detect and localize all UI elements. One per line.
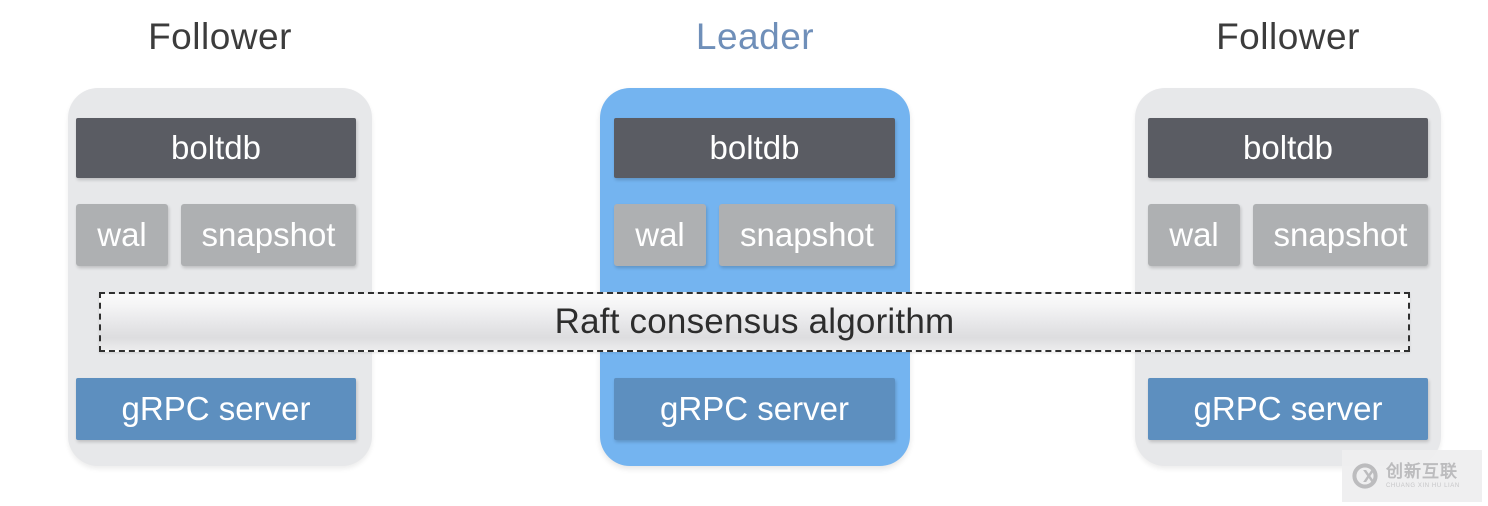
snapshot-box-node-2: snapshot [1253,204,1428,266]
node-title-follower-right: Follower [1216,16,1360,57]
raft-consensus-label: Raft consensus algorithm [554,302,955,341]
grpc-server-box-node-1: gRPC server [614,378,895,440]
snapshot-box-node-0: snapshot [181,204,356,266]
diagram-canvas: Follower boltdb wal snapshot gRPC server… [0,0,1488,506]
grpc-server-box-node-0: gRPC server [76,378,356,440]
watermark-chinese: 创新互联 [1386,462,1458,481]
watermark-pinyin: CHUANG XIN HU LIAN [1386,483,1460,489]
node-panel-leader: boltdb wal snapshot gRPC server [600,88,910,466]
grpc-server-box-node-2: gRPC server [1148,378,1428,440]
cx-circle-logo-icon [1352,463,1378,489]
node-title-leader: Leader [695,16,815,57]
boltdb-box-node-1: boltdb [614,118,895,178]
wal-box-node-2: wal [1148,204,1240,266]
watermark-text: 创新互联 CHUANG XIN HU LIAN [1386,463,1460,489]
boltdb-box-node-0: boltdb [76,118,356,178]
watermark: 创新互联 CHUANG XIN HU LIAN [1342,450,1482,502]
snapshot-box-node-1: snapshot [719,204,895,266]
wal-box-node-1: wal [614,204,706,266]
node-title-follower-left: Follower [148,16,292,57]
raft-consensus-bar: Raft consensus algorithm [99,292,1410,352]
wal-box-node-0: wal [76,204,168,266]
node-panel-follower-left: boltdb wal snapshot gRPC server [68,88,372,466]
boltdb-box-node-2: boltdb [1148,118,1428,178]
node-panel-follower-right: boltdb wal snapshot gRPC server [1135,88,1441,466]
